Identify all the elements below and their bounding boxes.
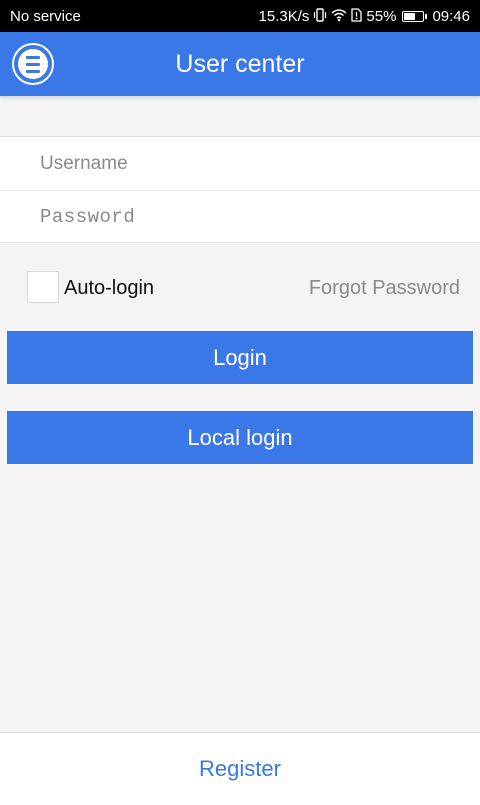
- forgot-password-link[interactable]: Forgot Password: [309, 277, 460, 300]
- sim-icon: [351, 7, 363, 25]
- footer: Register: [0, 732, 480, 805]
- local-login-button[interactable]: Local login: [7, 411, 473, 464]
- status-bar: No service 15.3K/s 55% 09:46: [0, 0, 480, 32]
- login-options: Auto-login Forgot Password: [0, 270, 480, 306]
- register-button[interactable]: Register: [199, 756, 281, 782]
- auto-login-label[interactable]: Auto-login: [64, 277, 154, 300]
- menu-icon: [18, 49, 48, 79]
- battery-level: [404, 12, 416, 20]
- password-row: [0, 190, 480, 243]
- battery-icon: [402, 10, 428, 22]
- password-input[interactable]: [40, 206, 440, 228]
- net-speed: 15.3K/s: [258, 7, 310, 25]
- page-title: User center: [175, 49, 305, 78]
- login-fields: [0, 136, 480, 243]
- status-indicators: 15.3K/s 55% 09:46: [259, 8, 470, 25]
- username-input[interactable]: [40, 152, 440, 175]
- auto-login-checkbox[interactable]: [27, 271, 59, 303]
- wifi-icon: [331, 8, 347, 25]
- menu-button[interactable]: [12, 43, 54, 85]
- battery-percent: 55%: [366, 7, 397, 25]
- vibrate-icon: [313, 7, 327, 25]
- clock: 09:46: [432, 7, 470, 25]
- username-row: [0, 137, 480, 190]
- login-button[interactable]: Login: [7, 331, 473, 384]
- carrier-text: No service: [10, 7, 81, 25]
- app-bar: User center: [0, 32, 480, 96]
